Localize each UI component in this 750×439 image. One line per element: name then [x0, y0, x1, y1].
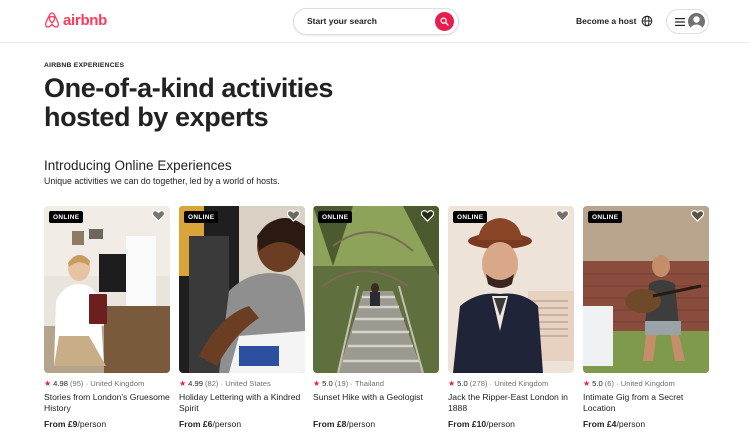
experience-price: From £8/person [313, 419, 375, 429]
price-amount: From £8 [313, 419, 347, 429]
experience-title[interactable]: Stories from London's Gruesome History [44, 392, 170, 414]
top-navbar: airbnb Start your search Become a host [0, 0, 750, 43]
star-icon: ★ [44, 379, 52, 388]
user-avatar-icon [688, 13, 705, 30]
experience-title[interactable]: Jack the Ripper-East London in 1888 [448, 392, 574, 414]
rating-row: ★ 5.0 (278) · United Kingdom [448, 379, 548, 388]
experience-title[interactable]: Sunset Hike with a Geologist [313, 392, 439, 403]
experience-photo[interactable]: ONLINE [583, 206, 709, 373]
price-unit: /person [77, 419, 107, 429]
online-badge: ONLINE [453, 211, 488, 223]
brand-name: airbnb [63, 11, 108, 29]
host-location: · Thailand [350, 379, 385, 388]
experience-photo[interactable]: ONLINE [313, 206, 439, 373]
rating-score: 5.0 [322, 379, 333, 388]
experience-title[interactable]: Intimate Gig from a Secret Location [583, 392, 709, 414]
rating-row: ★ 4.99 (82) · United States [179, 379, 271, 388]
airbnb-logo[interactable]: airbnb [44, 11, 107, 29]
experience-price: From £4/person [583, 419, 645, 429]
airbnb-logo-icon [44, 12, 60, 28]
review-count: (278) [469, 379, 488, 388]
experience-price: From £9/person [44, 419, 106, 429]
section-subtitle: Unique activities we can do together, le… [44, 176, 280, 186]
section-title: Introducing Online Experiences [44, 158, 232, 173]
heart-icon[interactable] [421, 210, 434, 222]
price-amount: From £10 [448, 419, 487, 429]
globe-icon[interactable] [641, 15, 653, 27]
host-location: · United Kingdom [616, 379, 675, 388]
price-unit: /person [486, 419, 515, 429]
star-icon: ★ [313, 379, 321, 388]
page-headline: One-of-a-kind activities hosted by exper… [44, 73, 333, 132]
experience-card[interactable]: ONLINE ★ 5.0 (19) · Thailand Sunset Hike… [313, 206, 439, 429]
price-amount: From £9 [44, 419, 78, 429]
section-eyebrow: AIRBNB EXPERIENCES [44, 62, 125, 69]
search-icon [440, 17, 449, 26]
price-amount: From £4 [583, 419, 617, 429]
host-location: · United Kingdom [489, 379, 549, 388]
review-count: (6) [604, 379, 615, 388]
star-icon: ★ [448, 379, 456, 388]
star-icon: ★ [583, 379, 591, 388]
heart-icon[interactable] [556, 210, 569, 222]
experience-card[interactable]: ONLINE ★ 5.0 (6) · United Kingdom Intima… [583, 206, 709, 429]
rating-row: ★ 5.0 (6) · United Kingdom [583, 379, 675, 388]
rating-score: 4.99 [188, 379, 203, 388]
rating-row: ★ 4.98 (95) · United Kingdom [44, 379, 144, 388]
menu-icon [675, 18, 685, 26]
become-host-link[interactable]: Become a host [576, 16, 636, 26]
rating-score: 5.0 [592, 379, 603, 388]
experience-card[interactable]: ONLINE ★ 5.0 (278) · United Kingdom Jack… [448, 206, 574, 429]
price-unit: /person [616, 419, 646, 429]
rating-row: ★ 5.0 (19) · Thailand [313, 379, 384, 388]
review-count: (95) [69, 379, 84, 388]
search-bar[interactable]: Start your search [293, 8, 459, 35]
star-icon: ★ [179, 379, 187, 388]
price-unit: /person [212, 419, 242, 429]
online-badge: ONLINE [318, 211, 353, 223]
experience-title[interactable]: Holiday Lettering with a Kindred Spirit [179, 392, 305, 414]
search-placeholder: Start your search [307, 16, 377, 26]
price-amount: From £6 [179, 419, 213, 429]
heart-icon[interactable] [691, 210, 704, 222]
heart-icon[interactable] [287, 210, 300, 222]
heart-icon[interactable] [152, 210, 165, 222]
search-button[interactable] [435, 12, 454, 31]
experience-photo[interactable]: ONLINE [448, 206, 574, 373]
experience-price: From £10/person [448, 419, 515, 429]
review-count: (82) [204, 379, 219, 388]
profile-menu-button[interactable] [666, 9, 709, 34]
rating-score: 4.98 [53, 379, 68, 388]
host-location: · United States [220, 379, 271, 388]
price-unit: /person [346, 419, 376, 429]
online-badge: ONLINE [184, 211, 219, 223]
online-badge: ONLINE [588, 211, 623, 223]
rating-score: 5.0 [457, 379, 468, 388]
experience-photo[interactable]: ONLINE [44, 206, 170, 373]
online-badge: ONLINE [49, 211, 84, 223]
experience-price: From £6/person [179, 419, 241, 429]
experience-photo[interactable]: ONLINE [179, 206, 305, 373]
experience-card[interactable]: ONLINE ★ 4.98 (95) · United Kingdom Stor… [44, 206, 170, 429]
review-count: (19) [334, 379, 349, 388]
experience-card[interactable]: ONLINE ★ 4.99 (82) · United States Holid… [179, 206, 305, 429]
host-location: · United Kingdom [85, 379, 145, 388]
